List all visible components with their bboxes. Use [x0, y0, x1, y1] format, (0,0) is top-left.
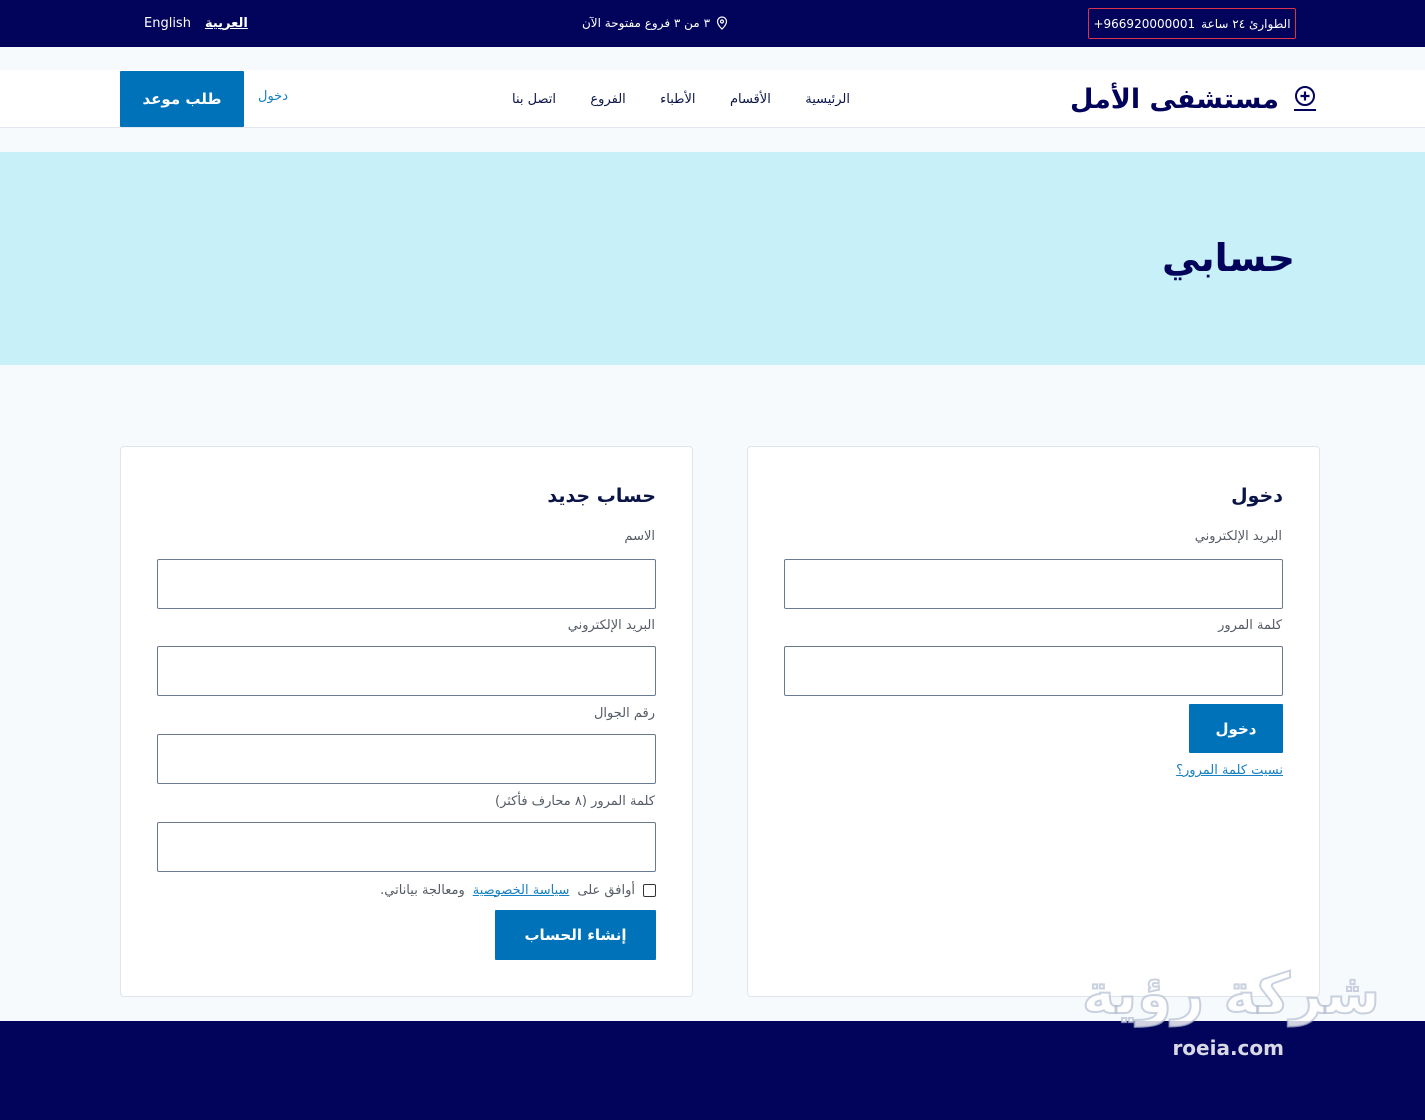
branches-status: ٣ من ٣ فروع مفتوحة الآن	[560, 12, 750, 34]
login-email-input[interactable]	[784, 559, 1283, 609]
header-login-link[interactable]: دخول	[258, 89, 288, 104]
consent-row: أوافق على سياسة الخصوصية ومعالجة بياناتي…	[380, 881, 656, 899]
create-account-button[interactable]: إنشاء الحساب	[495, 910, 656, 960]
top-bar: English العربية ٣ من ٣ فروع مفتوحة الآن …	[0, 0, 1425, 47]
register-name-input[interactable]	[157, 559, 656, 609]
login-card: دخول البريد الإلكتروني كلمة المرور دخول …	[747, 446, 1320, 997]
register-title: حساب جديد	[547, 485, 656, 507]
register-password-input[interactable]	[157, 822, 656, 872]
emergency-phone: +966920000001	[1093, 16, 1196, 31]
nav-doctors[interactable]: الأطباء	[660, 92, 695, 107]
hospital-plus-icon	[1294, 86, 1316, 111]
register-card: حساب جديد الاسم البريد الإلكتروني رقم ال…	[120, 446, 693, 997]
main-header: طلب موعد دخول الرئيسية الأقسام الأطباء ا…	[0, 70, 1425, 128]
register-name-label: الاسم	[624, 529, 655, 544]
nav-home[interactable]: الرئيسية	[805, 92, 850, 107]
nav-departments[interactable]: الأقسام	[730, 92, 771, 107]
brand-logo[interactable]: مستشفى الأمل	[1070, 78, 1319, 120]
register-phone-label: رقم الجوال	[593, 706, 655, 721]
login-title: دخول	[1231, 485, 1283, 507]
brand-name: مستشفى الأمل	[1069, 83, 1279, 115]
language-switcher: English العربية	[144, 12, 248, 34]
consent-checkbox[interactable]	[643, 883, 656, 897]
lang-english[interactable]: English	[144, 16, 191, 31]
forgot-password-link[interactable]: نسيت كلمة المرور؟	[1176, 763, 1283, 778]
register-email-label: البريد الإلكتروني	[567, 618, 655, 633]
nav-branches[interactable]: الفروع	[590, 92, 625, 107]
branches-text: ٣ من ٣ فروع مفتوحة الآن	[581, 16, 711, 30]
appointment-button[interactable]: طلب موعد	[120, 71, 244, 127]
login-password-label: كلمة المرور	[1218, 618, 1282, 633]
page-title: حسابي	[1161, 236, 1295, 280]
consent-suffix: ومعالجة بياناتي.	[380, 882, 465, 898]
register-password-label: كلمة المرور (٨ محارف فأكثر)	[495, 794, 655, 809]
register-phone-input[interactable]	[157, 734, 656, 784]
nav-contact[interactable]: اتصل بنا	[512, 92, 556, 107]
login-password-input[interactable]	[784, 646, 1283, 696]
login-email-label: البريد الإلكتروني	[1194, 529, 1282, 544]
location-pin-icon	[716, 16, 728, 30]
emergency-label: الطوارئ ٢٤ ساعة	[1201, 16, 1291, 31]
lang-arabic[interactable]: العربية	[205, 16, 248, 31]
consent-prefix: أوافق على	[577, 882, 635, 898]
register-email-input[interactable]	[157, 646, 656, 696]
main-nav: الرئيسية الأقسام الأطباء الفروع اتصل بنا	[500, 70, 862, 128]
watermark-english: roeia.com	[1172, 1036, 1284, 1060]
emergency-badge[interactable]: +966920000001 الطوارئ ٢٤ ساعة	[1088, 8, 1296, 39]
watermark-arabic: شركة رؤية	[1081, 961, 1381, 1028]
page-hero: حسابي	[0, 152, 1425, 365]
watermark-logo: شركة رؤية roeia.com	[1080, 961, 1381, 1062]
privacy-policy-link[interactable]: سياسة الخصوصية	[473, 883, 570, 898]
login-submit-button[interactable]: دخول	[1189, 704, 1283, 753]
